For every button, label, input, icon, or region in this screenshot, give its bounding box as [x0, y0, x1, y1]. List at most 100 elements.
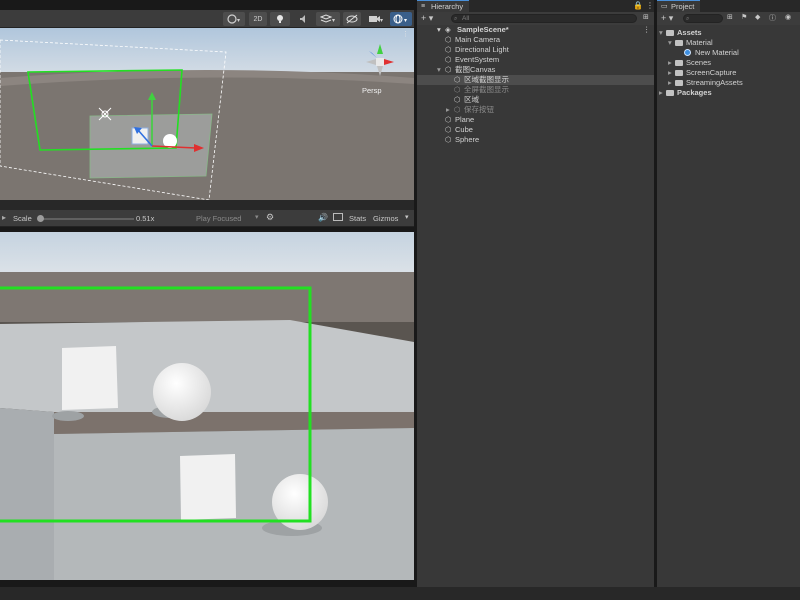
hierarchy-item[interactable]: ⬡ Plane: [417, 115, 654, 125]
gameobject-cube-icon: ⬡: [445, 135, 452, 144]
hidden-packages-icon[interactable]: ◉: [785, 13, 791, 21]
hierarchy-menu-icon[interactable]: ⋮: [646, 0, 654, 12]
gizmos-toggle-button[interactable]: ▾: [390, 12, 412, 26]
svg-text:▾: ▾: [404, 18, 407, 24]
front-cube: [180, 454, 236, 520]
expand-arrow-icon[interactable]: ▸: [668, 58, 672, 68]
svg-text:▾: ▾: [380, 18, 383, 24]
hierarchy-item[interactable]: ⬡ 区域: [417, 95, 654, 105]
gameobject-cube-icon: ⬡: [445, 125, 452, 134]
project-panel: ▾ Assets ▾ Material New Material ▸ Scenes ▸ Scre…: [657, 25, 800, 587]
gameobject-cube-icon: ⬡: [445, 65, 452, 74]
gameobject-cube-icon: ⬡: [454, 75, 461, 84]
hierarchy-item[interactable]: ⬡ 全屏截图显示: [417, 85, 654, 95]
hierarchy-search-input[interactable]: ⌕ All: [451, 14, 637, 23]
hierarchy-item-label: 区域: [464, 95, 479, 104]
expand-arrow-icon[interactable]: ▸: [668, 68, 672, 78]
play-mode-dropdown[interactable]: Play Focused: [196, 214, 241, 223]
hidden-objects-toggle[interactable]: [343, 12, 361, 26]
expand-arrow-icon[interactable]: ▾: [659, 28, 663, 38]
gizmos-chevron-icon[interactable]: ▾: [405, 213, 409, 221]
gameobject-cube-icon: ⬡: [445, 55, 452, 64]
gameobject-cube-icon: ⬡: [454, 105, 461, 114]
lightbulb-icon: [277, 15, 283, 23]
scale-value: 0.51x: [136, 214, 155, 223]
eye-slash-icon: [346, 14, 358, 24]
hierarchy-lock-icon[interactable]: 🔒: [633, 0, 643, 12]
svg-text:▾: ▾: [237, 18, 240, 24]
project-item[interactable]: ▸ ScreenCapture: [657, 68, 800, 78]
hierarchy-item-label: 区域截图显示: [464, 75, 509, 84]
camera-icon: ▾: [369, 16, 383, 24]
scale-slider[interactable]: [37, 215, 134, 222]
favorite-icon[interactable]: ◆: [755, 13, 760, 21]
game-display-dropdown[interactable]: ▸: [2, 213, 6, 222]
scene-lock-icon[interactable]: ⋮: [402, 30, 410, 38]
hierarchy-item-label: 全屏截图显示: [464, 85, 509, 94]
search-icon: ⌕: [686, 16, 690, 22]
hierarchy-item[interactable]: ▸ ⬡ 保存按钮: [417, 105, 654, 115]
project-item[interactable]: ▸ StreamingAssets: [657, 78, 800, 88]
hierarchy-add-button[interactable]: + ▾: [421, 13, 433, 24]
scene-row[interactable]: ▾ ◈ SampleScene* ⋮: [417, 25, 654, 35]
expand-arrow-icon[interactable]: ▸: [446, 105, 450, 115]
project-item-label: New Material: [695, 48, 739, 57]
play-mode-chevron-icon: ▾: [255, 214, 259, 221]
hierarchy-item[interactable]: ⬡ Sphere: [417, 135, 654, 145]
camera-settings-button[interactable]: ▾: [364, 12, 388, 26]
mute-audio-icon[interactable]: 🔊: [318, 213, 328, 222]
search-by-type-icon[interactable]: ⊞: [727, 13, 733, 21]
project-add-button[interactable]: + ▾: [661, 13, 673, 24]
shading-sphere-icon: ▾: [227, 14, 240, 24]
expand-arrow-icon[interactable]: ▾: [437, 65, 441, 75]
project-item[interactable]: ▸ Scenes: [657, 58, 800, 68]
keyboard-shortcuts-icon[interactable]: [333, 213, 343, 221]
shading-mode-button[interactable]: ▾: [223, 12, 245, 26]
effects-dropdown-button[interactable]: ▾: [316, 12, 340, 26]
project-item[interactable]: ▸ Packages: [657, 88, 800, 98]
toggle-2d-button[interactable]: 2D: [249, 12, 267, 26]
search-options-icon[interactable]: ⊞: [643, 13, 649, 21]
hierarchy-item[interactable]: ⬡ EventSystem: [417, 55, 654, 65]
audio-toggle-button[interactable]: [294, 12, 314, 26]
scene-menu-icon[interactable]: ⋮: [643, 25, 651, 35]
expand-arrow-icon[interactable]: ▸: [659, 88, 663, 98]
expand-arrow-icon[interactable]: ▸: [668, 78, 672, 88]
scene-viewport[interactable]: ⋮ Persp: [0, 28, 414, 200]
hierarchy-item-label: EventSystem: [455, 55, 500, 64]
tab-hierarchy-label: Hierarchy: [431, 2, 464, 11]
hierarchy-item[interactable]: ⬡ Main Camera: [417, 35, 654, 45]
hierarchy-item[interactable]: ⬡ 区域截图显示: [417, 75, 654, 85]
project-item[interactable]: ▾ Material: [657, 38, 800, 48]
game-render: [0, 232, 414, 580]
search-by-label-icon[interactable]: ⚑: [741, 13, 747, 21]
bug-icon[interactable]: ⚙: [266, 212, 274, 223]
projection-label[interactable]: Persp: [362, 86, 382, 95]
scale-slider-thumb[interactable]: [37, 215, 44, 222]
hierarchy-item[interactable]: ⬡ Cube: [417, 125, 654, 135]
material-sphere-icon: [684, 49, 691, 56]
project-item[interactable]: New Material: [657, 48, 800, 58]
project-item-label: StreamingAssets: [686, 78, 743, 87]
scene-expand-icon[interactable]: ▾: [437, 25, 441, 35]
folder-open-icon: [666, 30, 674, 36]
audio-mute-icon: [300, 15, 305, 23]
tab-project[interactable]: ▭ Project: [657, 0, 701, 12]
game-viewport[interactable]: [0, 232, 414, 580]
scene-name: SampleScene*: [457, 25, 509, 34]
gizmos-button[interactable]: Gizmos: [373, 214, 398, 223]
status-bar: [0, 587, 800, 600]
gameobject-cube-icon: ⬡: [454, 85, 461, 94]
info-icon[interactable]: ⓘ: [769, 13, 776, 23]
project-search-input[interactable]: ⌕: [683, 14, 723, 23]
project-item-label: Assets: [677, 28, 702, 37]
hierarchy-item[interactable]: ⬡ Directional Light: [417, 45, 654, 55]
hierarchy-item[interactable]: ▾ ⬡ 截图Canvas: [417, 65, 654, 75]
stats-button[interactable]: Stats: [349, 214, 366, 223]
lighting-toggle-button[interactable]: [270, 12, 290, 26]
expand-arrow-icon[interactable]: ▾: [668, 38, 672, 48]
folder-open-icon: [675, 40, 683, 46]
tab-hierarchy[interactable]: ≡ Hierarchy: [417, 0, 470, 12]
project-item[interactable]: ▾ Assets: [657, 28, 800, 38]
scale-label: Scale: [13, 214, 32, 223]
